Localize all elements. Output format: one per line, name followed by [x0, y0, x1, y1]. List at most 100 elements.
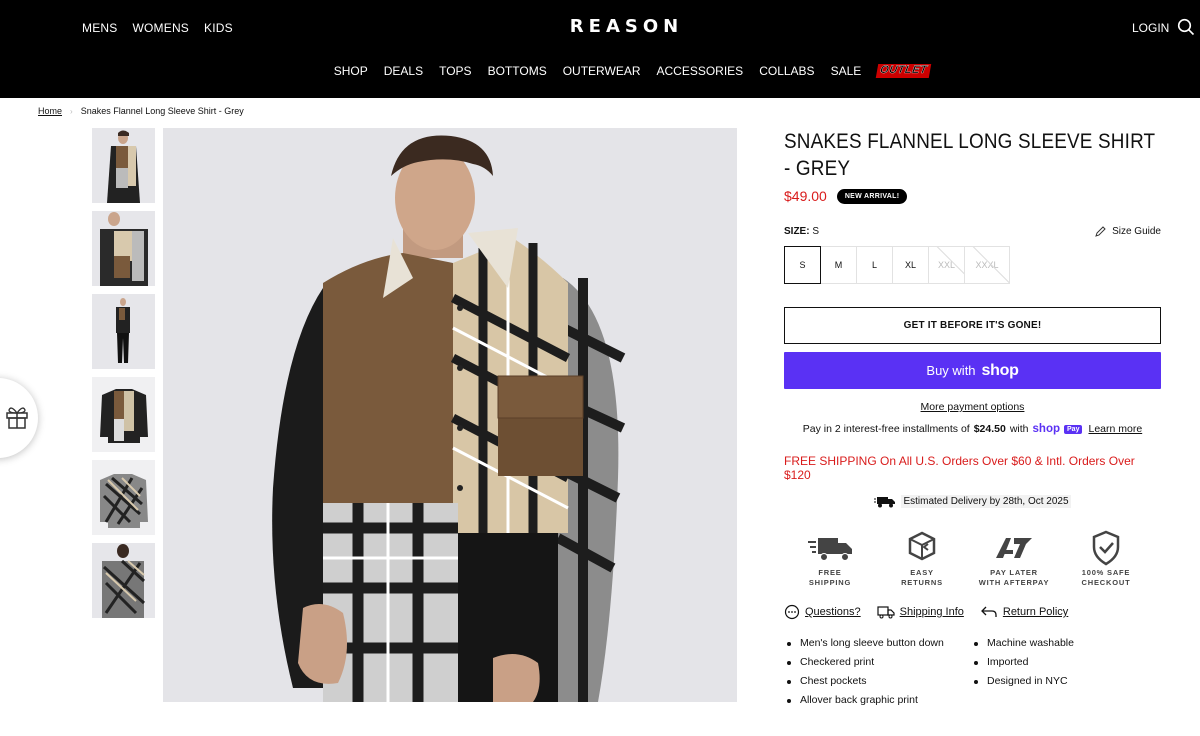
rewards-gift-button[interactable] — [0, 378, 38, 458]
nav-deals[interactable]: DEALS — [384, 64, 423, 78]
nav-collabs[interactable]: COLLABS — [759, 64, 814, 78]
afterpay-icon — [996, 538, 1032, 558]
login-link[interactable]: LOGIN — [1132, 21, 1169, 35]
nav-accessories[interactable]: ACCESSORIES — [657, 64, 744, 78]
feature-item: Allover back graphic print — [784, 691, 971, 710]
badge-line-2: WITH AFTERPAY — [978, 578, 1050, 587]
thumbnail-gallery — [92, 128, 155, 626]
installments-with: with — [1009, 423, 1029, 435]
badge-line-2: SHIPPING — [808, 578, 852, 587]
add-to-cart-button[interactable]: GET IT BEFORE IT'S GONE! — [784, 307, 1161, 344]
size-row: SIZE: S Size Guide — [784, 226, 1161, 237]
badge-safe-checkout: 100% SAFE CHECKOUT — [1060, 530, 1152, 588]
feature-item: Machine washable — [971, 634, 1074, 653]
chat-bubble-icon — [784, 604, 800, 620]
shield-check-icon — [1092, 530, 1120, 566]
questions-label: Questions? — [805, 606, 861, 618]
price-row: $49.00 NEW ARRIVAL! — [784, 188, 1161, 204]
nav-tops[interactable]: TOPS — [439, 64, 471, 78]
product-title: SNAKES FLANNEL LONG SLEEVE SHIRT - GREY — [784, 130, 1155, 180]
installments-text: Pay in 2 interest-free installments of — [802, 423, 970, 435]
nav-outlet[interactable]: OUTLET — [876, 64, 932, 78]
feature-item: Designed in NYC — [971, 672, 1074, 691]
feature-item: Checkered print — [784, 653, 971, 672]
thumbnail-flat-front[interactable] — [92, 377, 155, 452]
free-shipping-banner: FREE SHIPPING On All U.S. Orders Over $6… — [784, 454, 1135, 482]
size-selected-value: S — [812, 226, 820, 237]
badge-line-1: FREE — [818, 568, 842, 577]
more-payment-options-link[interactable]: More payment options — [784, 401, 1161, 413]
nav-bottoms[interactable]: BOTTOMS — [488, 64, 547, 78]
size-label: SIZE: S — [784, 226, 819, 237]
buy-with-label: Buy with — [926, 363, 976, 378]
product-info: SNAKES FLANNEL LONG SLEEVE SHIRT - GREY … — [784, 128, 1161, 710]
feature-item: Imported — [971, 653, 1074, 672]
feature-item: Chest pockets — [784, 672, 971, 691]
size-option-s[interactable]: S — [784, 246, 821, 284]
size-option-m[interactable]: M — [820, 246, 857, 284]
size-option-xxxl[interactable]: XXXL — [964, 246, 1010, 284]
truck-icon — [808, 538, 852, 561]
installment-amount: $24.50 — [973, 423, 1006, 435]
main-nav: SHOP DEALS TOPS BOTTOMS OUTERWEAR ACCESS… — [0, 64, 1200, 78]
trust-badges: FREE SHIPPING EASY RETURNS PAY LATER WIT… — [784, 530, 1161, 588]
breadcrumb: Home › Snakes Flannel Long Sleeve Shirt … — [38, 106, 244, 116]
pay-badge: Pay — [1064, 424, 1083, 434]
thumbnail-flat-back[interactable] — [92, 460, 155, 535]
size-option-xl[interactable]: XL — [892, 246, 929, 284]
size-guide-link[interactable]: Size Guide — [1095, 226, 1161, 237]
size-option-l[interactable]: L — [856, 246, 893, 284]
shop-logo: shop — [1032, 423, 1061, 435]
badge-line-1: 100% SAFE — [1081, 568, 1131, 577]
badge-free-shipping: FREE SHIPPING — [784, 530, 876, 588]
badge-line-1: EASY — [910, 568, 934, 577]
size-guide-label: Size Guide — [1112, 226, 1161, 237]
return-arrow-icon — [980, 606, 997, 617]
features-list-left: Men's long sleeve button down Checkered … — [784, 634, 971, 710]
size-option-xxl[interactable]: XXL — [928, 246, 965, 284]
estimated-delivery-text: Estimated Delivery by 28th, Oct 2025 — [901, 495, 1071, 508]
thumbnail-side[interactable] — [92, 211, 155, 286]
gift-icon — [6, 407, 28, 429]
buy-with-shop-button[interactable]: Buy with shop — [784, 352, 1161, 389]
breadcrumb-separator: › — [70, 106, 73, 116]
return-policy-link[interactable]: Return Policy — [980, 605, 1068, 619]
shipping-info-label: Shipping Info — [899, 606, 964, 618]
size-label-text: SIZE: — [784, 226, 810, 237]
product-main-image[interactable] — [163, 128, 737, 702]
box-return-icon — [908, 531, 936, 561]
badge-line-2: RETURNS — [901, 578, 943, 587]
site-header: MENS WOMENS KIDS REASON LOGIN SHOP DEALS… — [0, 0, 1200, 98]
badge-easy-returns: EASY RETURNS — [876, 530, 968, 588]
badge-afterpay: PAY LATER WITH AFTERPAY — [968, 530, 1060, 588]
search-icon[interactable] — [1177, 18, 1195, 36]
product-features: Men's long sleeve button down Checkered … — [784, 634, 1161, 710]
shipping-info-link[interactable]: Shipping Info — [877, 605, 964, 619]
return-policy-label: Return Policy — [1002, 606, 1069, 618]
badge-line-1: PAY LATER — [990, 568, 1038, 577]
product-price: $49.00 — [784, 188, 827, 204]
delivery-truck-icon — [874, 496, 896, 507]
size-selector: S M L XL XXL XXXL — [784, 246, 1161, 284]
installments-info: Pay in 2 interest-free installments of $… — [784, 423, 1161, 435]
nav-shop[interactable]: SHOP — [334, 64, 368, 78]
nav-outerwear[interactable]: OUTERWEAR — [563, 64, 641, 78]
pencil-ruler-icon — [1095, 226, 1106, 237]
shipping-truck-icon — [877, 606, 895, 619]
questions-link[interactable]: Questions? — [784, 604, 861, 620]
learn-more-link[interactable]: Learn more — [1088, 423, 1142, 435]
help-links: Questions? Shipping Info Return Policy — [784, 604, 1161, 620]
thumbnail-full-body[interactable] — [92, 294, 155, 369]
new-arrival-badge: NEW ARRIVAL! — [836, 188, 908, 204]
badge-line-2: CHECKOUT — [1081, 578, 1131, 587]
nav-sale[interactable]: SALE — [831, 64, 862, 78]
features-list-right: Machine washable Imported Designed in NY… — [971, 634, 1074, 710]
site-logo[interactable]: REASON — [0, 16, 1200, 37]
thumbnail-front[interactable] — [92, 128, 155, 203]
breadcrumb-current: Snakes Flannel Long Sleeve Shirt - Grey — [80, 106, 244, 116]
estimated-delivery: Estimated Delivery by 28th, Oct 2025 — [784, 495, 1161, 508]
thumbnail-back[interactable] — [92, 543, 155, 618]
shop-pay-logo: shop — [981, 361, 1019, 379]
feature-item: Men's long sleeve button down — [784, 634, 971, 653]
breadcrumb-home[interactable]: Home — [38, 106, 62, 116]
